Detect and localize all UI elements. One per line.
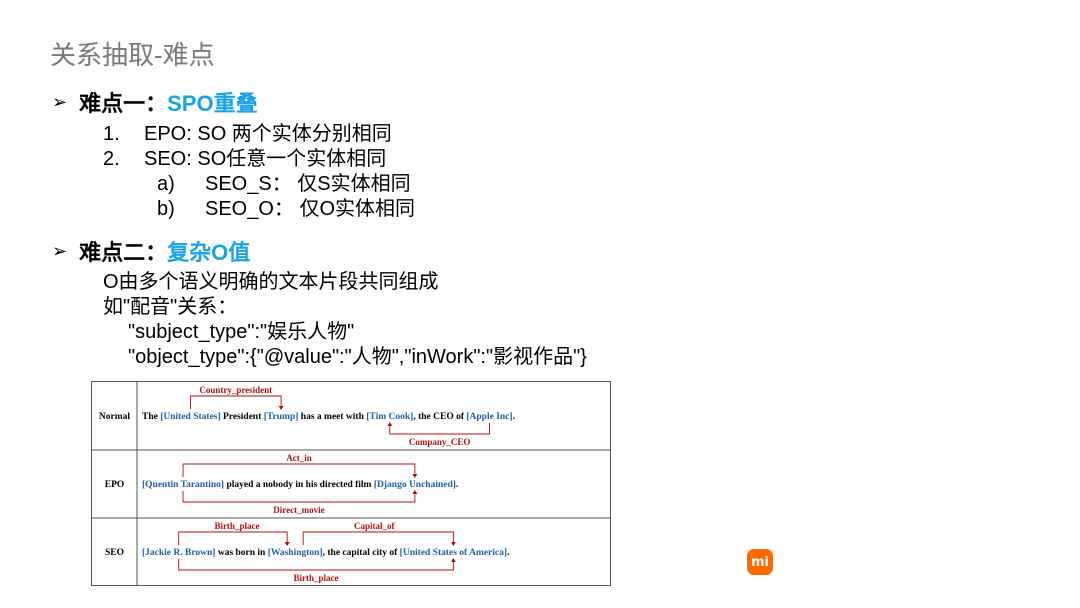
section2-highlight: 复杂O值 [167,240,251,265]
relation-arrowhead [412,490,418,494]
section1-label: 难点一： [79,91,168,116]
relation-arrow [189,395,282,409]
entity-mention: [United States] [160,412,220,422]
relation-label: Act_in [286,453,312,463]
entity-mention: [Trump] [264,412,299,422]
sentence-text: . [513,412,515,422]
entity-mention: [United States of America] [400,548,507,558]
relation-arrow [182,463,416,477]
row-label: Normal [99,412,130,422]
relation-examples-svg: Normal The [United States] President [Tru… [92,382,610,585]
relation-label: Birth_place [214,521,259,531]
entity-mention: [Tim Cook] [366,412,413,422]
section1-heading: ➢ 难点一： SPO重叠 [52,86,258,118]
relation-arrow [178,531,288,545]
sentence-text: was born in [215,548,267,558]
relation-arrow-arrowhead [412,474,418,478]
relation-arrow [302,531,454,545]
item-text: SEO_O： 仅O实体相同 [205,198,416,220]
relation-label: Company_CEO [409,437,471,447]
relation-examples-figure: Normal The [United States] President [Tru… [91,381,611,586]
relation-label: Country_president [199,385,272,395]
relation-arrowhead [450,558,456,562]
entity-mention: [Quentin Tarantino] [142,480,224,490]
example-sentence: The [United States] President [Trump] ha… [142,412,515,422]
section1-subitem: b) SEO_O： 仅O实体相同 [157,192,415,221]
sentence-text: played a nobody in his directed film [224,480,374,490]
item-number: 2. [103,148,120,170]
relation-arrow [178,559,454,571]
section1-highlight: SPO重叠 [167,91,258,116]
relation-arrow [389,423,490,435]
relation-label: Capital_of [354,521,396,531]
entity-mention: [Washington] [268,548,323,558]
sentence-text: President [221,412,264,422]
section2-label: 难点二： [79,240,168,265]
sentence-text: has a meet with [298,412,366,422]
slide-title: 关系抽取-难点 [50,40,215,70]
row-label: EPO [105,480,125,490]
row-label: SEO [105,548,124,558]
relation-arrow [182,491,416,503]
arrow-bullet-icon: ➢ [52,91,68,112]
sentence-text: The [142,412,160,422]
sentence-text: . [507,548,509,558]
item-number: b) [157,198,175,220]
mi-logo-icon: mi [747,549,773,575]
arrow-bullet-icon: ➢ [52,240,68,261]
relation-arrow-arrowhead [284,542,290,546]
relation-arrowhead [387,422,393,426]
sentence-text: , the CEO of [413,412,466,422]
example-sentence: [Jackie R. Brown] was born in [Washingto… [142,548,509,558]
entity-mention: [Apple Inc] [466,412,512,422]
entity-mention: [Jackie R. Brown] [142,548,215,558]
entity-mention: [Django Unchained] [374,480,456,490]
sentence-text: . [456,480,458,490]
section2-heading: ➢ 难点二： 复杂O值 [52,235,250,267]
sentence-text: , the capital city of [323,548,400,558]
relation-label: Birth_place [294,573,339,583]
relation-arrow-arrowhead [450,542,456,546]
section2-line: "object_type":{"@value":"人物","inWork":"影… [128,346,587,368]
example-sentence: [Quentin Tarantino] played a nobody in h… [142,480,458,490]
relation-arrow-arrowhead [278,406,284,410]
relation-label: Direct_movie [273,505,324,515]
